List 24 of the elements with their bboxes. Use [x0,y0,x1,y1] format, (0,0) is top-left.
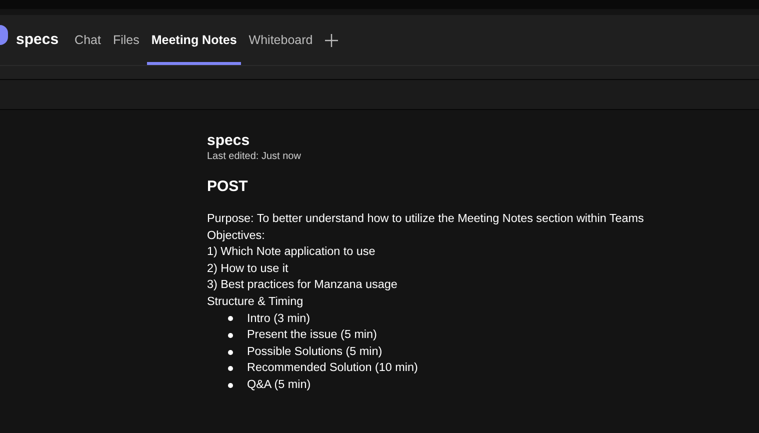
note-line: 2) How to use it [207,260,290,277]
tab[interactable]: Chat [70,15,105,65]
bullet-icon [228,316,233,322]
note-line: Purpose: To better understand how to utilize the Meeting Notes section within Teams [207,211,645,227]
bullet-item: Recommended Solution (10 min) [247,360,418,376]
tab[interactable]: Files [108,15,144,65]
note-line: 1) Which Note application to use [207,244,376,260]
note-line: Objectives: [207,228,266,244]
bullet-item: Intro (3 min) [247,310,310,327]
tab[interactable]: Whiteboard [244,15,317,65]
last-edited-text: Last edited: Just now [207,150,302,164]
note-heading: POST [207,178,249,196]
add-icon[interactable] [324,34,338,46]
bullet-icon [228,382,233,388]
bullet-item: Possible Solutions (5 min) [247,344,382,360]
note-title: specs [207,132,251,150]
bullet-item: Q&A (5 min) [247,376,311,393]
bullet-icon [228,366,233,372]
bullet-icon [228,350,233,355]
bullet-item: Present the issue (5 min) [247,327,377,344]
note-line: 3) Best practices for Manzana usage [207,277,398,294]
bullet-icon [228,332,233,338]
note-line: Structure & Timing [207,294,304,310]
channel-title: specs [16,30,59,50]
